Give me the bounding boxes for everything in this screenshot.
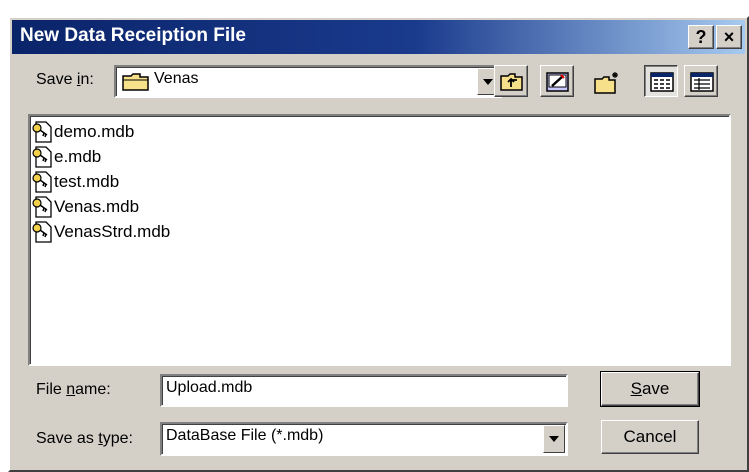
file-name: demo.mdb [54, 122, 135, 141]
title-bar[interactable]: New Data Receiption File ? × [12, 20, 745, 54]
access-db-file-icon [32, 121, 52, 143]
close-button[interactable]: × [716, 25, 742, 49]
file-list[interactable]: demo.mdb e.mdb test.mdb Venas.mdb VenasS… [28, 114, 731, 366]
file-name-label: File name: [36, 381, 111, 398]
access-db-file-icon [32, 146, 52, 168]
file-name-value: Upload.mdb [166, 379, 253, 396]
window-title: New Data Receiption File [20, 25, 246, 46]
access-db-file-icon [32, 221, 52, 243]
file-name: VenasStrd.mdb [54, 222, 171, 241]
save-as-type-dropdown-button[interactable] [543, 425, 565, 453]
save-button[interactable]: Save [600, 371, 700, 407]
file-name: test.mdb [54, 172, 120, 191]
up-one-level-button[interactable] [494, 65, 528, 97]
save-in-value: Venas [154, 70, 199, 87]
cancel-button[interactable]: Cancel [601, 420, 699, 454]
file-name: e.mdb [54, 147, 102, 166]
folder-icon [122, 72, 150, 97]
access-db-file-icon [32, 196, 52, 218]
save-in-label: Save in: [36, 71, 94, 88]
save-dialog: New Data Receiption File ? × Save in: Ve… [8, 16, 749, 472]
save-as-type-value: DataBase File (*.mdb) [166, 427, 324, 444]
save-as-type-label: Save as type: [36, 430, 133, 447]
file-name: Venas.mdb [54, 197, 140, 216]
save-in-combo[interactable]: Venas [114, 65, 502, 98]
access-db-file-icon [32, 171, 52, 193]
help-button[interactable]: ? [688, 25, 714, 49]
desktop-button[interactable] [540, 65, 574, 97]
list-view-button[interactable] [644, 65, 678, 97]
details-view-button[interactable] [684, 65, 718, 97]
new-folder-button[interactable] [588, 65, 622, 97]
save-as-type-select[interactable]: DataBase File (*.mdb) [160, 422, 568, 456]
file-name-field[interactable]: Upload.mdb [160, 374, 568, 407]
